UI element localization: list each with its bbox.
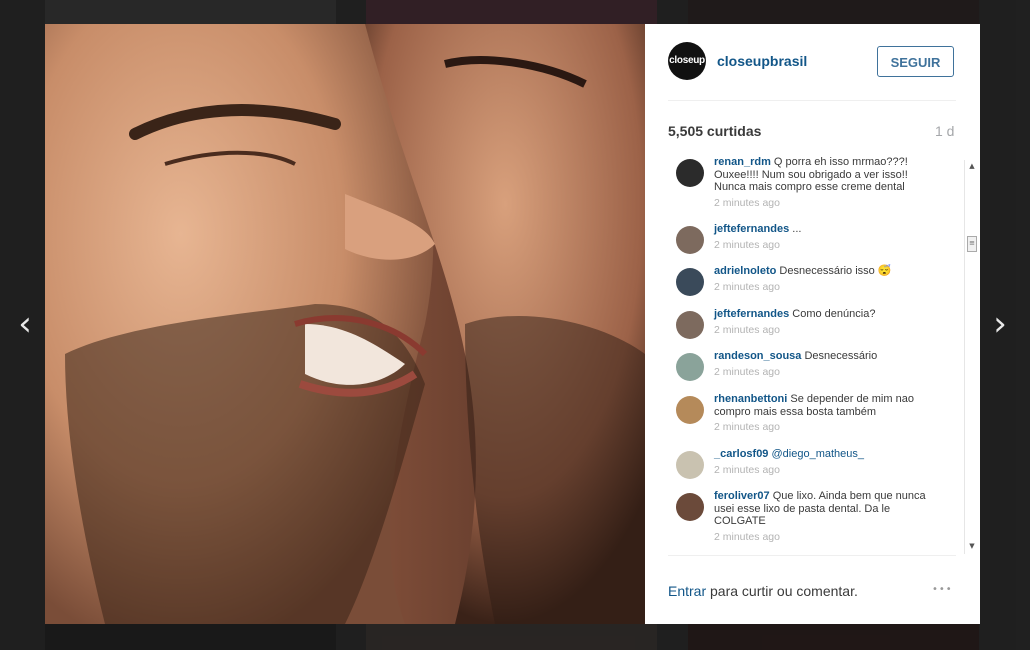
post-photo[interactable] bbox=[45, 24, 645, 624]
comment-time: 2 minutes ago bbox=[714, 323, 780, 336]
post-footer: Entrar para curtir ou comentar. ••• bbox=[668, 555, 956, 625]
login-prompt: Entrar para curtir ou comentar. bbox=[668, 583, 858, 599]
comment-time: 2 minutes ago bbox=[714, 196, 780, 209]
comment-time: 2 minutes ago bbox=[714, 421, 780, 433]
comment-username[interactable]: renan_rdm bbox=[714, 156, 771, 168]
post-username[interactable]: closeupbrasil bbox=[717, 53, 807, 69]
comment-text: ... bbox=[792, 223, 802, 235]
post-details-panel: closeup closeupbrasil SEGUIR 5,505 curti… bbox=[645, 24, 980, 624]
avatar[interactable] bbox=[676, 493, 704, 521]
comment-time: 2 minutes ago bbox=[714, 463, 780, 476]
comment-text: Desnecessário bbox=[804, 350, 878, 362]
comment-time: 2 minutes ago bbox=[714, 365, 780, 378]
next-arrow-icon[interactable]: › bbox=[985, 306, 1015, 342]
comment-time: 2 minutes ago bbox=[714, 238, 780, 251]
comment-username[interactable]: jeftefernandes bbox=[714, 308, 789, 320]
avatar[interactable] bbox=[676, 353, 704, 381]
comment-username[interactable]: rhenanbettoni bbox=[714, 393, 787, 405]
login-prompt-text: para curtir ou comentar. bbox=[706, 583, 858, 599]
avatar[interactable] bbox=[676, 451, 704, 479]
scroll-up-icon[interactable]: ▲ bbox=[965, 162, 979, 172]
comment-scrollbar[interactable]: ▲ ≡ ▼ bbox=[964, 160, 979, 554]
avatar[interactable] bbox=[676, 159, 704, 187]
post-modal: closeup closeupbrasil SEGUIR 5,505 curti… bbox=[45, 24, 980, 624]
avatar[interactable] bbox=[676, 226, 704, 254]
prev-arrow-icon[interactable]: ‹ bbox=[10, 306, 40, 342]
post-time[interactable]: 1 d bbox=[935, 123, 954, 139]
login-link[interactable]: Entrar bbox=[668, 583, 706, 599]
comment-username[interactable]: _carlosf09 bbox=[714, 448, 768, 460]
comment-username[interactable]: adrielnoleto bbox=[714, 265, 776, 277]
comment-text: Como denúncia? bbox=[792, 308, 876, 320]
scroll-down-icon[interactable]: ▼ bbox=[965, 542, 979, 552]
comment-time: 2 minutes ago bbox=[714, 530, 780, 543]
avatar[interactable] bbox=[676, 268, 704, 296]
post-image bbox=[45, 24, 645, 624]
like-count[interactable]: 5,505 curtidas bbox=[668, 123, 761, 139]
comment-username[interactable]: feroliver07 bbox=[714, 490, 770, 502]
avatar[interactable]: closeup bbox=[668, 42, 706, 80]
follow-button[interactable]: SEGUIR bbox=[877, 46, 954, 77]
post-header: closeup closeupbrasil SEGUIR bbox=[668, 42, 956, 101]
comment-text: Desnecessário isso 😴 bbox=[779, 265, 892, 277]
avatar[interactable] bbox=[676, 311, 704, 339]
comment-text[interactable]: @diego_matheus_ bbox=[772, 448, 865, 460]
more-options-icon[interactable]: ••• bbox=[932, 584, 953, 595]
comment-username[interactable]: randeson_sousa bbox=[714, 350, 801, 362]
comment-username[interactable]: jeftefernandes bbox=[714, 223, 789, 235]
comment-time: 2 minutes ago bbox=[714, 280, 780, 293]
scroll-thumb[interactable]: ≡ bbox=[967, 236, 977, 252]
avatar[interactable] bbox=[676, 396, 704, 424]
comment-list[interactable]: renan_rdm Q porra eh isso mrmao???! Ouxe… bbox=[668, 154, 964, 554]
